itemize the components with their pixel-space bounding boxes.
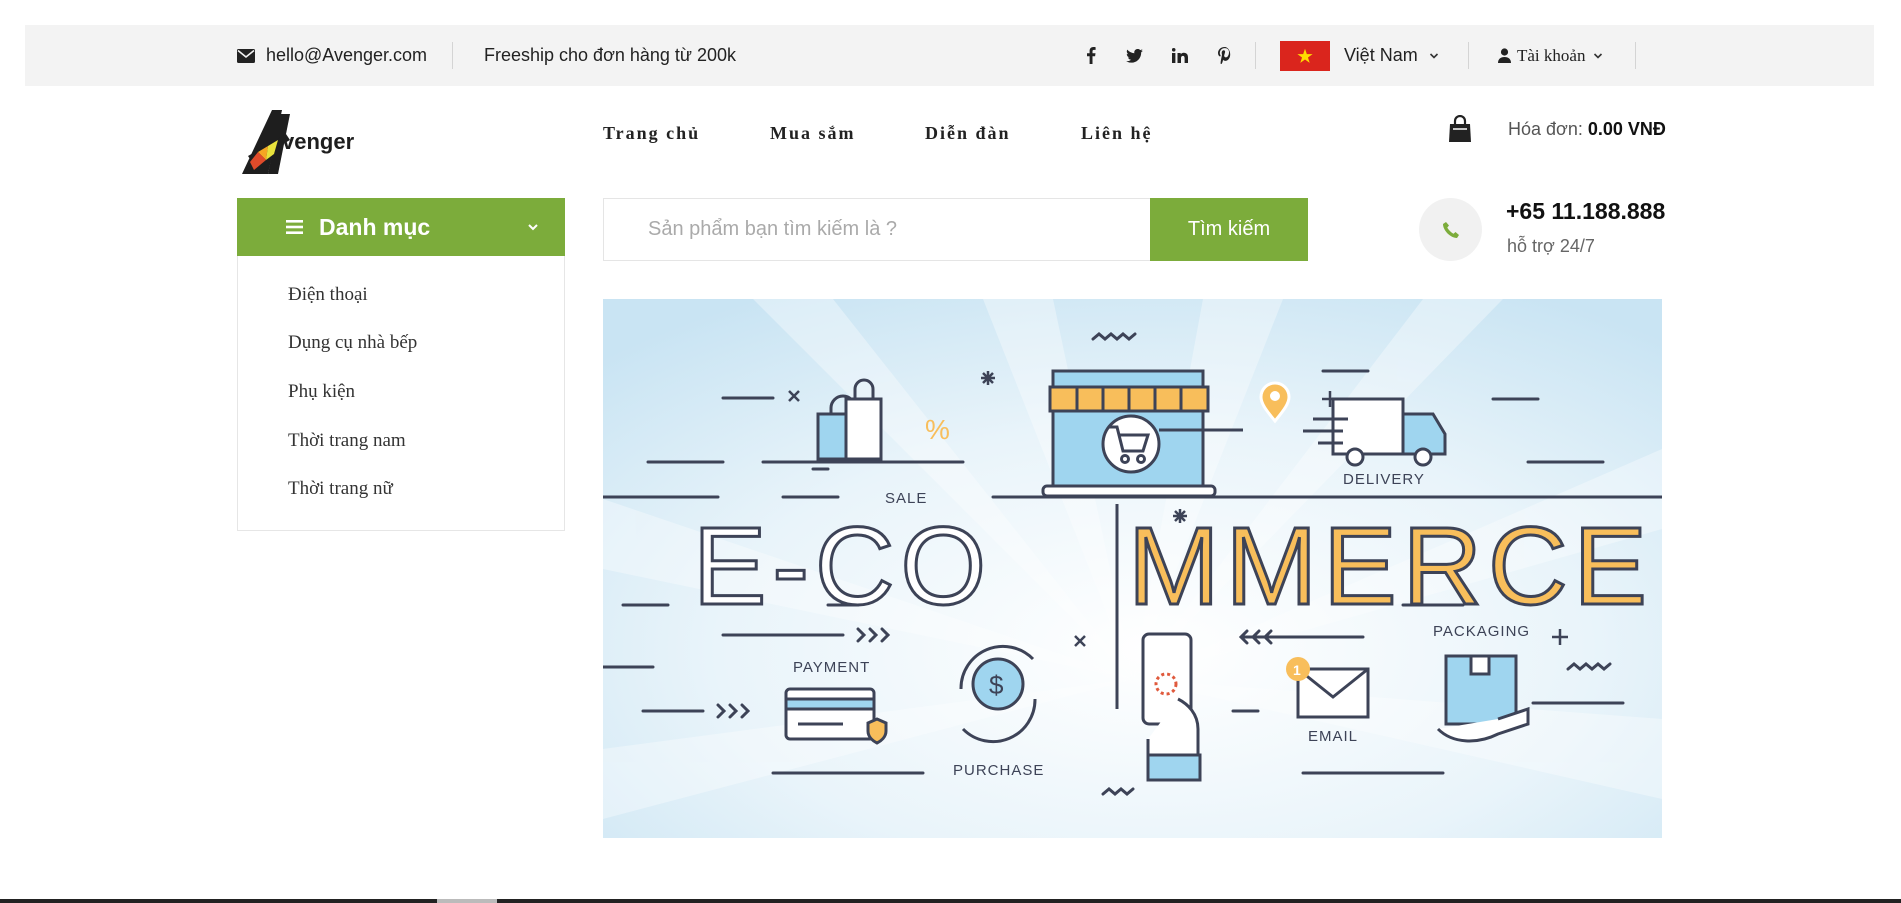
- vietnam-flag-icon: [1280, 40, 1330, 71]
- category-item-accessories[interactable]: Phụ kiện: [288, 381, 355, 403]
- percent-sign: %: [925, 414, 950, 445]
- hotline-number: +65 11.188.888: [1506, 198, 1666, 224]
- nav-home[interactable]: Trang chủ: [603, 120, 700, 146]
- chevron-down-icon: [1429, 52, 1438, 59]
- label-payment: PAYMENT: [793, 659, 870, 676]
- email-text: hello@Avenger.com: [266, 45, 428, 65]
- bill-value: 0.00 VNĐ: [1587, 119, 1666, 139]
- pinterest-icon[interactable]: [1211, 25, 1237, 86]
- label-email: EMAIL: [1308, 728, 1358, 745]
- chevron-down-icon: [528, 224, 538, 231]
- chevron-down-icon: [1594, 52, 1603, 59]
- top-bar: hello@Avenger.com Freeship cho đơn hàng …: [25, 25, 1874, 86]
- search-box: [603, 198, 1150, 261]
- country-selector[interactable]: Việt Nam: [1280, 25, 1440, 86]
- banner-illustration: % E-CO MMERCE $ 1 SALE DELIVERY PAYMENT …: [603, 299, 1662, 838]
- bill-label: Hóa đơn:: [1508, 119, 1583, 139]
- nav-forum[interactable]: Diễn đàn: [925, 120, 1011, 146]
- banner-headline-right: MMERCE: [1128, 505, 1653, 628]
- email-badge: 1: [1293, 662, 1301, 678]
- category-item-phones[interactable]: Điện thoại: [288, 284, 368, 306]
- account-label: Tài khoản: [1517, 45, 1586, 65]
- search-input[interactable]: [604, 199, 1150, 260]
- nav-shop[interactable]: Mua sắm: [770, 120, 856, 146]
- nav-contact[interactable]: Liên hệ: [1081, 120, 1153, 146]
- category-title: Danh mục: [319, 213, 431, 240]
- bottom-border: [0, 899, 1901, 903]
- avenger-logo[interactable]: venger: [238, 104, 363, 180]
- account-menu[interactable]: Tài khoản: [1498, 25, 1604, 86]
- logo-text: venger: [282, 129, 355, 154]
- menu-icon: [286, 220, 303, 234]
- twitter-icon[interactable]: [1121, 25, 1147, 86]
- banner-headline-left: E-CO: [693, 505, 992, 628]
- phone-icon: [1419, 198, 1482, 261]
- facebook-icon[interactable]: [1078, 25, 1104, 86]
- bill-summary[interactable]: Hóa đơn: 0.00 VNĐ: [1508, 119, 1666, 140]
- country-label: Việt Nam: [1344, 45, 1418, 65]
- divider: [1468, 42, 1469, 69]
- user-icon: [1498, 48, 1511, 63]
- mail-icon: [237, 48, 255, 63]
- category-item-womens-fashion[interactable]: Thời trang nữ: [288, 478, 393, 500]
- hotline-subtitle: hỗ trợ 24/7: [1507, 236, 1595, 256]
- promo-text: Freeship cho đơn hàng từ 200k: [484, 45, 737, 65]
- search-button[interactable]: Tìm kiếm: [1150, 198, 1308, 261]
- scroll-hint: [437, 899, 497, 903]
- category-item-kitchen[interactable]: Dụng cụ nhà bếp: [288, 332, 417, 354]
- label-delivery: DELIVERY: [1343, 471, 1425, 488]
- label-purchase: PURCHASE: [953, 762, 1044, 779]
- divider: [1635, 42, 1636, 69]
- label-packaging: PACKAGING: [1433, 623, 1530, 640]
- divider: [452, 42, 453, 69]
- linkedin-icon[interactable]: [1167, 25, 1193, 86]
- divider: [1255, 42, 1256, 69]
- category-list: Điện thoại Dụng cụ nhà bếp Phụ kiện Thời…: [237, 256, 565, 531]
- shopping-bag-icon[interactable]: [1447, 115, 1473, 143]
- category-toggle[interactable]: Danh mục: [237, 198, 565, 256]
- ecommerce-banner[interactable]: % E-CO MMERCE $ 1 SALE DELIVERY PAYMENT …: [603, 299, 1662, 838]
- category-item-mens-fashion[interactable]: Thời trang nam: [288, 430, 406, 452]
- label-sale: SALE: [885, 490, 927, 507]
- email-contact[interactable]: hello@Avenger.com: [237, 25, 427, 86]
- dollar-sign: $: [989, 670, 1004, 700]
